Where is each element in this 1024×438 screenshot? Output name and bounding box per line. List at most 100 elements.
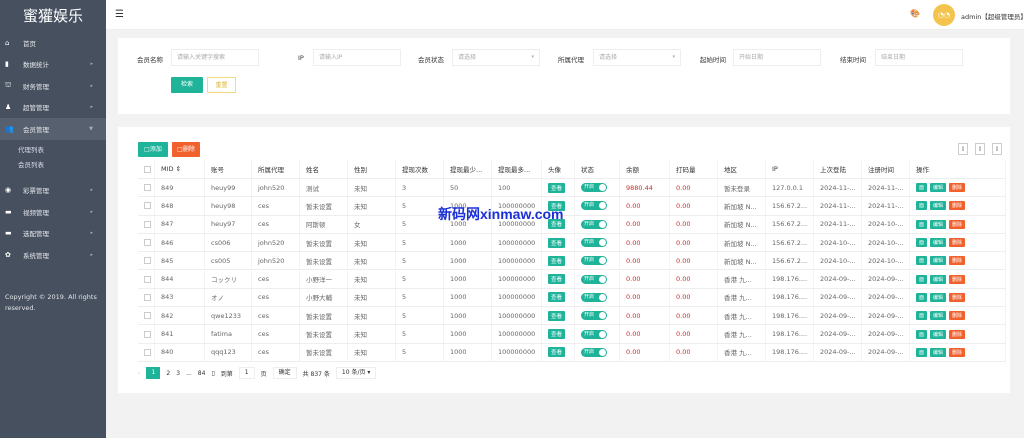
search-input[interactable]: 请输入关键字搜索 — [171, 49, 259, 66]
search-input[interactable]: 结束日期 — [875, 49, 963, 66]
delete-button[interactable]: □删除 — [172, 142, 200, 157]
freeze-button[interactable]: 面 — [916, 256, 928, 266]
cell-value: 1000 — [450, 348, 467, 357]
sidebar-item[interactable]: ◉ 彩票管理 ▸ — [0, 180, 106, 202]
sidebar-subitem[interactable]: 会员列表 — [0, 158, 106, 173]
freeze-button[interactable]: 面 — [916, 219, 928, 229]
delete-row-button[interactable]: 删除 — [949, 201, 966, 211]
sidebar-item[interactable]: ▬ 视频管理 ▸ — [0, 201, 106, 223]
sidebar-item[interactable]: ▬ 选配管理 ▸ — [0, 223, 106, 245]
sidebar-item[interactable]: ⌂ 首页 — [0, 32, 106, 54]
confirm-button[interactable]: 确定 — [272, 367, 297, 379]
column-header[interactable]: MID ⇕ — [155, 160, 205, 178]
delete-row-button[interactable]: 删除 — [949, 274, 966, 284]
per-page-select[interactable]: 10 条/页 ▾ — [335, 367, 377, 379]
page-link[interactable]: 2 — [166, 370, 170, 377]
view-avatar-button[interactable]: 查看 — [548, 255, 566, 266]
edit-button[interactable]: 编辑 — [930, 219, 947, 229]
row-checkbox[interactable] — [144, 239, 151, 247]
page-link[interactable]: 1 — [146, 367, 161, 379]
table-cell: 100000000 — [492, 270, 542, 288]
edit-button[interactable]: 编辑 — [930, 238, 947, 248]
status-toggle[interactable]: 开启 — [581, 219, 607, 229]
delete-row-button[interactable]: 删除 — [949, 219, 966, 229]
avatar[interactable]: ◔◔ — [933, 4, 955, 26]
row-checkbox[interactable] — [144, 184, 151, 192]
sidebar-item[interactable]: ✿ 系统管理 ▸ — [0, 244, 106, 266]
row-checkbox[interactable] — [144, 202, 151, 210]
view-avatar-button[interactable]: 查看 — [548, 347, 566, 358]
edit-button[interactable]: 编辑 — [930, 347, 947, 357]
status-toggle[interactable]: 开启 — [581, 274, 607, 284]
delete-row-button[interactable]: 删除 — [949, 329, 966, 339]
row-checkbox[interactable] — [144, 348, 151, 356]
sidebar-item[interactable]: ⛫ 财务管理 ▸ — [0, 75, 106, 97]
sidebar-item[interactable]: ▮ 数据统计 ▸ — [0, 54, 106, 76]
edit-button[interactable]: 编辑 — [930, 292, 947, 302]
row-checkbox[interactable] — [144, 257, 151, 265]
search-button[interactable]: 检索 — [171, 77, 203, 93]
edit-button[interactable]: 编辑 — [930, 329, 947, 339]
reset-button[interactable]: 重置 — [207, 77, 236, 93]
delete-row-button[interactable]: 删除 — [949, 311, 966, 321]
freeze-button[interactable]: 面 — [916, 329, 928, 339]
row-checkbox[interactable] — [144, 220, 151, 228]
freeze-button[interactable]: 面 — [916, 292, 928, 302]
search-input[interactable]: 开始日期 — [733, 49, 821, 66]
delete-row-button[interactable]: 删除 — [949, 347, 966, 357]
page-link[interactable]: 3 — [176, 370, 180, 377]
delete-row-button[interactable]: 删除 — [949, 256, 966, 266]
status-toggle[interactable]: 开启 — [581, 201, 607, 211]
palette-icon[interactable]: 🎨 — [910, 9, 920, 18]
delete-row-button[interactable]: 删除 — [949, 292, 966, 302]
view-avatar-button[interactable]: 查看 — [548, 292, 566, 303]
view-avatar-button[interactable]: 查看 — [548, 182, 566, 193]
status-toggle[interactable]: 开启 — [581, 311, 607, 321]
row-checkbox[interactable] — [144, 293, 151, 301]
freeze-button[interactable]: 面 — [916, 274, 928, 284]
edit-button[interactable]: 编辑 — [930, 274, 947, 284]
page-input[interactable]: 1 — [238, 367, 255, 379]
status-toggle[interactable]: 开启 — [581, 292, 607, 302]
print-icon[interactable]: ▯ — [992, 143, 1002, 155]
sidebar-item[interactable]: ♟ 超管管理 ▸ — [0, 97, 106, 119]
view-avatar-button[interactable]: 查看 — [548, 274, 566, 285]
edit-button[interactable]: 编辑 — [930, 311, 947, 321]
freeze-button[interactable]: 面 — [916, 238, 928, 248]
view-avatar-button[interactable]: 查看 — [548, 329, 566, 340]
status-toggle[interactable]: 开启 — [581, 347, 607, 357]
sidebar-item[interactable]: 👥 会员管理 ▼ — [0, 118, 106, 140]
cell-value: 842 — [161, 311, 174, 320]
row-checkbox[interactable] — [144, 312, 151, 320]
next-page-icon[interactable]: ▯ — [211, 370, 214, 377]
search-input[interactable]: 请选择 ▾ — [593, 49, 681, 66]
freeze-button[interactable]: 面 — [916, 311, 928, 321]
search-input[interactable]: 请输入IP — [313, 49, 401, 66]
menu-toggle-icon[interactable]: ☰ — [115, 9, 124, 20]
freeze-button[interactable]: 面 — [916, 183, 928, 193]
sidebar-subitem[interactable]: 代理列表 — [0, 143, 106, 158]
user-menu[interactable]: admin【超级管理员】 — [961, 11, 1024, 21]
search-input[interactable]: 请选择 ▾ — [452, 49, 540, 66]
status-toggle[interactable]: 开启 — [581, 329, 607, 339]
freeze-button[interactable]: 面 — [916, 201, 928, 211]
status-toggle[interactable]: 开启 — [581, 183, 607, 193]
status-toggle[interactable]: 开启 — [581, 256, 607, 266]
edit-button[interactable]: 编辑 — [930, 183, 947, 193]
add-button[interactable]: □添加 — [138, 142, 168, 157]
edit-button[interactable]: 编辑 — [930, 201, 947, 211]
delete-row-button[interactable]: 删除 — [949, 183, 966, 193]
filter-columns-icon[interactable]: ▯ — [958, 143, 968, 155]
edit-button[interactable]: 编辑 — [930, 256, 947, 266]
prev-page-icon[interactable]: ‹ — [138, 370, 140, 377]
page-link[interactable]: 84 — [198, 370, 206, 377]
row-checkbox[interactable] — [144, 275, 151, 283]
view-avatar-button[interactable]: 查看 — [548, 237, 566, 248]
delete-row-button[interactable]: 删除 — [949, 238, 966, 248]
row-checkbox[interactable] — [144, 330, 151, 338]
select-all-checkbox[interactable] — [144, 165, 151, 173]
status-toggle[interactable]: 开启 — [581, 238, 607, 248]
export-icon[interactable]: ▯ — [975, 143, 985, 155]
freeze-button[interactable]: 面 — [916, 347, 928, 357]
view-avatar-button[interactable]: 查看 — [548, 310, 566, 321]
